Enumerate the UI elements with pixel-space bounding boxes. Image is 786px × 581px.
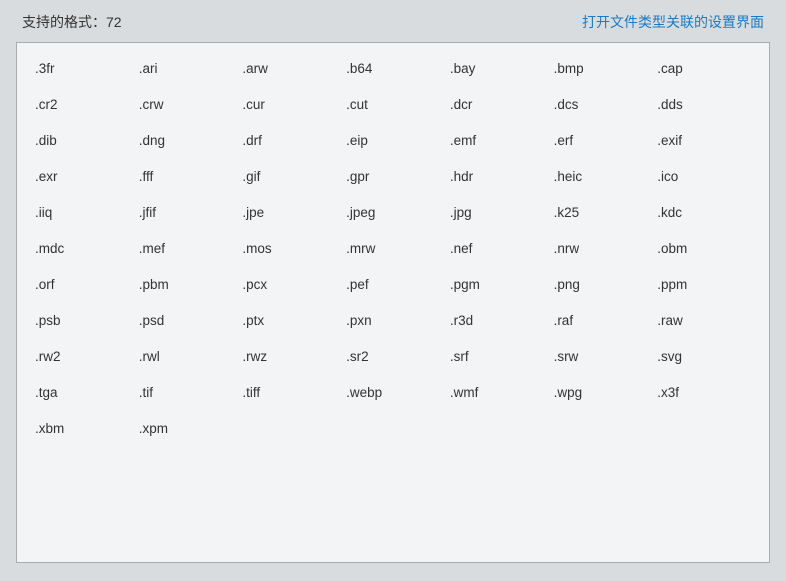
label-prefix: 支持的格式： [22,14,106,30]
format-item: .psb [35,313,135,328]
format-item: .rwz [242,349,342,364]
format-item: .nef [450,241,550,256]
format-item: .bmp [554,61,654,76]
format-item: .cap [657,61,757,76]
format-item: .erf [554,133,654,148]
format-item: .jpg [450,205,550,220]
open-file-association-settings-link[interactable]: 打开文件类型关联的设置界面 [582,12,764,32]
format-item: .dng [139,133,239,148]
format-item: .jpe [242,205,342,220]
format-item: .mrw [346,241,446,256]
formats-count: 72 [106,14,122,30]
formats-list-panel: .3fr .ari.arw .b64 .bay .bmp.cap .cr2 .crw.cur… [16,42,770,563]
format-item: .obm [657,241,757,256]
format-item: .png [554,277,654,292]
format-item: .rwl [139,349,239,364]
format-item: .arw [242,61,342,76]
format-item: .tif [139,385,239,400]
format-item: .pcx [242,277,342,292]
format-item: .emf [450,133,550,148]
format-item: .ico [657,169,757,184]
format-item: .srf [450,349,550,364]
format-item: .mos [242,241,342,256]
format-item: .hdr [450,169,550,184]
header: 支持的格式：72 打开文件类型关联的设置界面 [16,12,770,32]
format-item: .dib [35,133,135,148]
format-item: .fff [139,169,239,184]
format-item: .dcr [450,97,550,112]
format-item: .nrw [554,241,654,256]
format-item: .3fr [35,61,135,76]
format-item: .svg [657,349,757,364]
format-item: .wpg [554,385,654,400]
format-item: .mdc [35,241,135,256]
format-item: .bay [450,61,550,76]
format-item: .pef [346,277,446,292]
format-item: .mef [139,241,239,256]
format-item: .sr2 [346,349,446,364]
supported-formats-label: 支持的格式：72 [22,12,122,32]
format-item: .heic [554,169,654,184]
format-item: .raw [657,313,757,328]
format-item: .exif [657,133,757,148]
format-item: .orf [35,277,135,292]
format-item: .x3f [657,385,757,400]
format-item: .ppm [657,277,757,292]
format-item: .wmf [450,385,550,400]
format-item: .psd [139,313,239,328]
format-item: .kdc [657,205,757,220]
format-item: .dds [657,97,757,112]
format-item: .ptx [242,313,342,328]
format-item: .tiff [242,385,342,400]
format-item: .gpr [346,169,446,184]
format-item: .cr2 [35,97,135,112]
format-item: .k25 [554,205,654,220]
format-item: .eip [346,133,446,148]
format-item: .rw2 [35,349,135,364]
format-item: .pxn [346,313,446,328]
format-item: .xpm [139,421,239,436]
format-item: .pgm [450,277,550,292]
format-item: .iiq [35,205,135,220]
format-item: .xbm [35,421,135,436]
format-item: .raf [554,313,654,328]
format-item: .cur [242,97,342,112]
format-item: .jpeg [346,205,446,220]
format-item: .exr [35,169,135,184]
format-item: .crw [139,97,239,112]
format-item: .drf [242,133,342,148]
format-item: .cut [346,97,446,112]
format-item: .dcs [554,97,654,112]
format-item: .tga [35,385,135,400]
format-item: .webp [346,385,446,400]
formats-grid: .3fr .ari.arw .b64 .bay .bmp.cap .cr2 .crw.cur… [35,61,757,436]
format-item: .ari [139,61,239,76]
format-item: .srw [554,349,654,364]
format-item: .b64 [346,61,446,76]
format-item: .jfif [139,205,239,220]
format-item: .pbm [139,277,239,292]
format-item: .gif [242,169,342,184]
format-item: .r3d [450,313,550,328]
supported-formats-panel: 支持的格式：72 打开文件类型关联的设置界面 .3fr .ari.arw .b64.… [0,0,786,579]
